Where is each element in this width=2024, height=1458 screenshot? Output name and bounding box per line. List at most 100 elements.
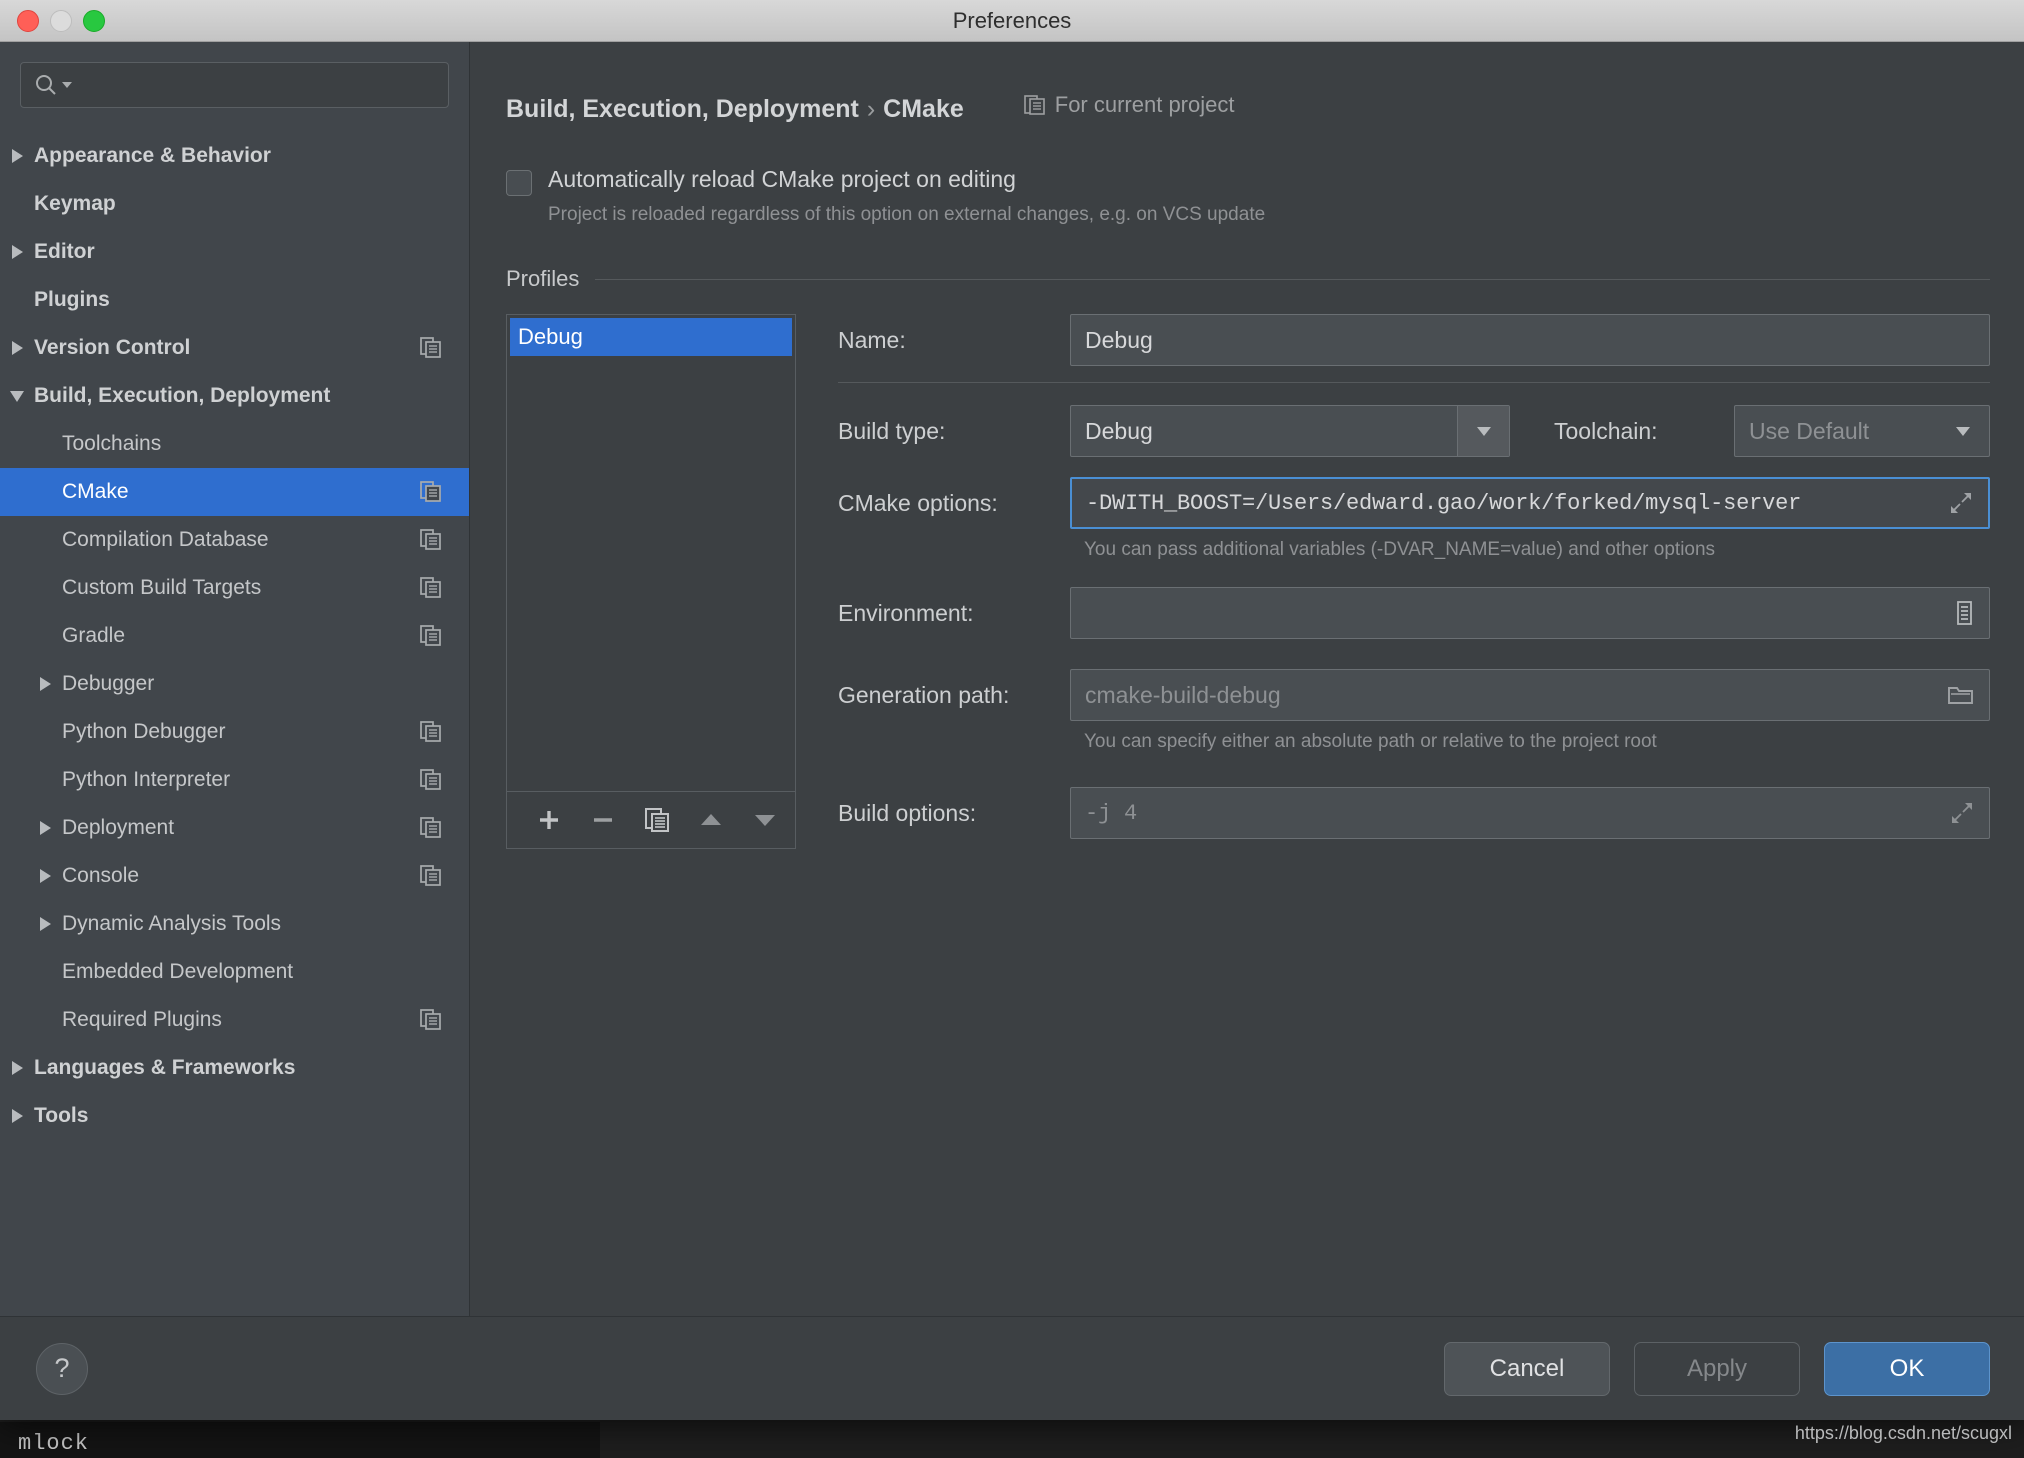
- copy-settings-icon[interactable]: [419, 864, 443, 888]
- profile-list-item[interactable]: Debug: [510, 318, 792, 356]
- chevron-down-icon[interactable]: [1457, 406, 1509, 456]
- build-options-input[interactable]: -j 4: [1070, 787, 1990, 839]
- remove-profile-button[interactable]: [583, 800, 623, 840]
- profiles-group: Profiles Debug Name: Debug Build type: D…: [506, 266, 1990, 849]
- sidebar-item-python-debugger[interactable]: Python Debugger: [0, 708, 469, 756]
- search-input[interactable]: [73, 74, 436, 96]
- sidebar-item-build-execution-deployment[interactable]: Build, Execution, Deployment: [0, 372, 469, 420]
- profiles-list-column: Debug: [506, 314, 796, 849]
- chevron-right-icon[interactable]: [0, 149, 34, 163]
- sidebar-item-compilation-database[interactable]: Compilation Database: [0, 516, 469, 564]
- copy-settings-icon[interactable]: [419, 816, 443, 840]
- project-scope-icon: [1023, 95, 1045, 115]
- chevron-right-icon[interactable]: [0, 245, 34, 259]
- chevron-right-icon[interactable]: [0, 1109, 34, 1123]
- copy-settings-icon[interactable]: [419, 624, 443, 648]
- sidebar-item-label: Custom Build Targets: [62, 576, 262, 599]
- search-box[interactable]: [20, 62, 449, 108]
- window-title: Preferences: [952, 7, 1072, 33]
- chevron-right-icon[interactable]: [28, 917, 62, 931]
- generation-path-hint: You can specify either an absolute path …: [1084, 731, 1657, 752]
- preferences-dialog: Preferences Appearance & Behavior Keymap…: [0, 0, 2024, 1420]
- copy-settings-icon[interactable]: [419, 528, 443, 552]
- breadcrumb: Build, Execution, Deployment › CMake: [506, 95, 964, 124]
- toolchain-label: Toolchain:: [1554, 417, 1658, 444]
- sidebar-item-label: Debugger: [62, 672, 155, 695]
- sidebar-item-keymap[interactable]: Keymap: [0, 180, 469, 228]
- folder-icon[interactable]: [1939, 683, 1975, 707]
- copy-settings-icon[interactable]: [419, 720, 443, 744]
- build-type-value: Debug: [1085, 417, 1153, 444]
- copy-settings-icon[interactable]: [419, 576, 443, 600]
- sidebar-item-languages-frameworks[interactable]: Languages & Frameworks: [0, 1044, 469, 1092]
- auto-reload-checkbox[interactable]: [506, 170, 532, 196]
- auto-reload-option[interactable]: Automatically reload CMake project on ed…: [506, 166, 1990, 226]
- help-button[interactable]: ?: [36, 1342, 88, 1395]
- move-profile-down-button[interactable]: [745, 800, 785, 840]
- sidebar-item-label: Toolchains: [62, 432, 162, 455]
- sidebar-item-cmake[interactable]: CMake: [0, 468, 469, 516]
- expand-editor-icon[interactable]: [1940, 490, 1974, 516]
- profiles-list[interactable]: Debug: [506, 314, 796, 791]
- sidebar-item-editor[interactable]: Editor: [0, 228, 469, 276]
- apply-button[interactable]: Apply: [1634, 1341, 1800, 1396]
- chevron-right-icon[interactable]: [28, 821, 62, 835]
- generation-path-input[interactable]: cmake-build-debug: [1070, 669, 1990, 721]
- search-dropdown-caret: [62, 82, 72, 88]
- scope-note-label: For current project: [1054, 92, 1235, 117]
- sidebar-item-python-interpreter[interactable]: Python Interpreter: [0, 756, 469, 804]
- sidebar-item-embedded-development[interactable]: Embedded Development: [0, 948, 469, 996]
- cancel-button[interactable]: Cancel: [1444, 1341, 1610, 1396]
- cmake-settings-pane: Build, Execution, Deployment › CMake For c…: [470, 42, 2024, 1316]
- settings-sidebar: Appearance & Behavior Keymap Editor Plugins…: [0, 42, 470, 1316]
- move-profile-up-button[interactable]: [691, 800, 731, 840]
- sidebar-item-label: Editor: [34, 240, 95, 263]
- sidebar-item-required-plugins[interactable]: Required Plugins: [0, 996, 469, 1044]
- sidebar-item-gradle[interactable]: Gradle: [0, 612, 469, 660]
- sidebar-item-toolchains[interactable]: Toolchains: [0, 420, 469, 468]
- sidebar-item-label: Gradle: [62, 624, 126, 647]
- build-options-placeholder: -j 4: [1085, 800, 1138, 826]
- chevron-down-icon[interactable]: [0, 390, 34, 402]
- breadcrumb-current: CMake: [883, 95, 964, 123]
- copy-settings-icon[interactable]: [419, 336, 443, 360]
- sidebar-item-deployment[interactable]: Deployment: [0, 804, 469, 852]
- sidebar-item-label: Compilation Database: [62, 528, 269, 551]
- ok-button[interactable]: OK: [1824, 1341, 1990, 1396]
- cmake-options-label: CMake options:: [838, 489, 998, 516]
- toolchain-select[interactable]: Use Default: [1734, 405, 1990, 457]
- copy-settings-icon[interactable]: [419, 480, 443, 504]
- sidebar-item-version-control[interactable]: Version Control: [0, 324, 469, 372]
- name-input[interactable]: Debug: [1070, 314, 1990, 366]
- toolchain-value: Use Default: [1749, 417, 1870, 444]
- copy-settings-icon[interactable]: [419, 768, 443, 792]
- environment-variables-icon[interactable]: [1945, 600, 1975, 626]
- copy-settings-icon[interactable]: [419, 1008, 443, 1032]
- sidebar-item-appearance-behavior[interactable]: Appearance & Behavior: [0, 132, 469, 180]
- sidebar-item-dynamic-analysis-tools[interactable]: Dynamic Analysis Tools: [0, 900, 469, 948]
- copy-profile-button[interactable]: [637, 800, 677, 840]
- add-profile-button[interactable]: [529, 800, 569, 840]
- sidebar-item-tools[interactable]: Tools: [0, 1092, 469, 1140]
- dialog-footer: ? Cancel Apply OK: [0, 1316, 2024, 1420]
- chevron-right-icon[interactable]: [0, 341, 34, 355]
- breadcrumb-row: Build, Execution, Deployment › CMake For c…: [506, 92, 1990, 124]
- sidebar-item-console[interactable]: Console: [0, 852, 469, 900]
- name-label: Name:: [838, 326, 906, 353]
- build-type-select[interactable]: Debug: [1070, 405, 1510, 457]
- help-icon: ?: [54, 1353, 70, 1383]
- auto-reload-hint: Project is reloaded regardless of this o…: [548, 204, 1266, 225]
- settings-tree: Appearance & Behavior Keymap Editor Plugins…: [0, 124, 469, 1316]
- environment-input[interactable]: [1070, 587, 1990, 639]
- chevron-right-icon[interactable]: [0, 1061, 34, 1075]
- breadcrumb-parent[interactable]: Build, Execution, Deployment: [506, 95, 859, 123]
- chevron-right-icon[interactable]: [28, 677, 62, 691]
- sidebar-item-debugger[interactable]: Debugger: [0, 660, 469, 708]
- chevron-down-icon[interactable]: [1937, 406, 1989, 456]
- expand-editor-icon[interactable]: [1941, 800, 1975, 826]
- search-icon: [33, 72, 73, 98]
- chevron-right-icon[interactable]: [28, 869, 62, 883]
- sidebar-item-custom-build-targets[interactable]: Custom Build Targets: [0, 564, 469, 612]
- cmake-options-input[interactable]: -DWITH_BOOST=/Users/edward.gao/work/fork…: [1070, 477, 1990, 529]
- sidebar-item-plugins[interactable]: Plugins: [0, 276, 469, 324]
